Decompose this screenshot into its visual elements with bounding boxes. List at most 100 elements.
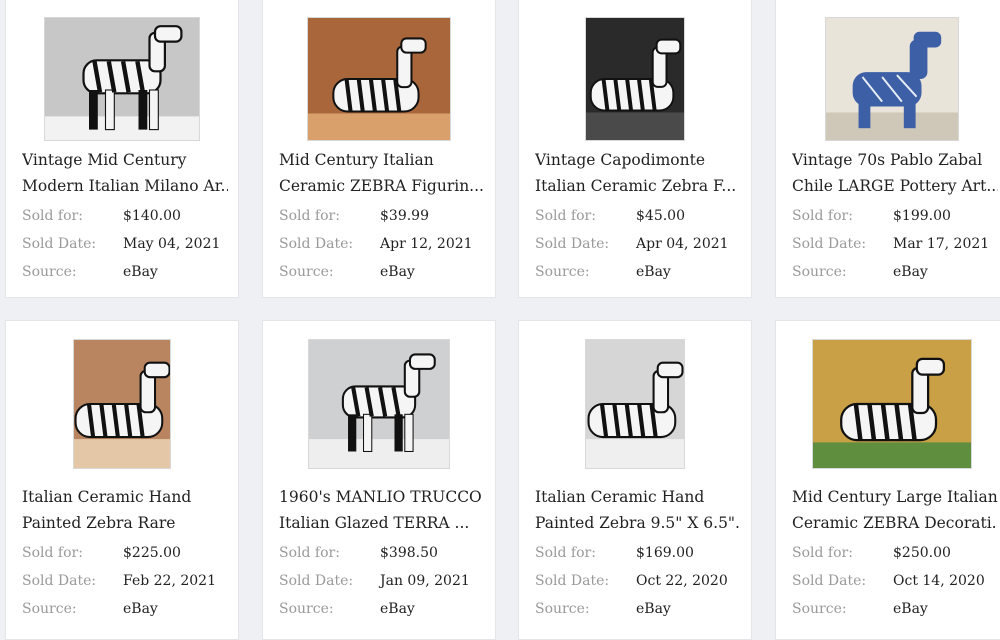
product-title-line: Mid Century Large Italian (792, 488, 998, 506)
sold-date-label: Sold Date: (22, 573, 97, 589)
source-row: Source: eBay (22, 601, 230, 621)
sold-date-row: Sold Date: Oct 14, 2020 (792, 573, 1000, 593)
sold-date-value: Jan 09, 2021 (380, 573, 470, 589)
product-title-line: Mid Century Italian (279, 151, 434, 169)
product-title[interactable]: Vintage Capodimonte Italian Ceramic Zebra… (535, 147, 741, 199)
product-title-line: Chile LARGE Pottery Art... (792, 177, 998, 195)
sold-for-row: Sold for: $225.00 (22, 545, 230, 565)
sold-for-value: $250.00 (893, 545, 951, 561)
product-card[interactable]: Mid Century Large Italian Ceramic ZEBRA D… (775, 320, 1000, 640)
product-image[interactable] (307, 17, 451, 141)
sold-for-value: $45.00 (636, 208, 685, 224)
product-image[interactable] (825, 17, 959, 141)
source-label: Source: (792, 264, 847, 280)
source-value: eBay (380, 601, 415, 617)
sold-for-label: Sold for: (279, 208, 340, 224)
source-row: Source: eBay (535, 601, 743, 621)
source-label: Source: (22, 264, 77, 280)
source-value: eBay (123, 264, 158, 280)
sold-date-label: Sold Date: (22, 236, 97, 252)
product-card[interactable]: Mid Century Italian Ceramic ZEBRA Figurin… (262, 0, 496, 298)
sold-date-row: Sold Date: Apr 12, 2021 (279, 236, 487, 256)
sold-for-label: Sold for: (535, 545, 596, 561)
product-card[interactable]: Vintage 70s Pablo Zabal Chile LARGE Potte… (775, 0, 1000, 298)
product-title-line: Modern Italian Milano Ar... (22, 177, 228, 195)
product-title-line: Italian Ceramic Zebra F... (535, 177, 737, 195)
sold-for-label: Sold for: (792, 208, 853, 224)
source-value: eBay (123, 601, 158, 617)
product-title-line: Painted Zebra 9.5" X 6.5".... (535, 514, 741, 532)
product-image[interactable] (585, 339, 685, 469)
product-title[interactable]: Italian Ceramic Hand Painted Zebra 9.5" X… (535, 484, 741, 536)
product-title[interactable]: Vintage 70s Pablo Zabal Chile LARGE Potte… (792, 147, 998, 199)
product-title[interactable]: Vintage Mid Century Modern Italian Milano… (22, 147, 228, 199)
sold-date-row: Sold Date: May 04, 2021 (22, 236, 230, 256)
source-label: Source: (535, 264, 590, 280)
sold-for-row: Sold for: $45.00 (535, 208, 743, 228)
product-card[interactable]: Vintage Capodimonte Italian Ceramic Zebra… (518, 0, 752, 298)
product-title-line: Ceramic ZEBRA Decorati... (792, 514, 998, 532)
sold-for-value: $398.50 (380, 545, 438, 561)
sold-date-label: Sold Date: (535, 236, 610, 252)
sold-date-value: Apr 04, 2021 (636, 236, 729, 252)
product-image[interactable] (585, 17, 685, 141)
product-card[interactable]: 1960's MANLIO TRUCCO Italian Glazed TERRA… (262, 320, 496, 640)
product-title-line: Vintage 70s Pablo Zabal (792, 151, 983, 169)
sold-date-row: Sold Date: Apr 04, 2021 (535, 236, 743, 256)
sold-date-label: Sold Date: (792, 236, 867, 252)
sold-date-value: Feb 22, 2021 (123, 573, 216, 589)
sold-date-row: Sold Date: Feb 22, 2021 (22, 573, 230, 593)
product-title-line: Vintage Capodimonte (535, 151, 706, 169)
source-value: eBay (893, 601, 928, 617)
product-title[interactable]: Mid Century Large Italian Ceramic ZEBRA D… (792, 484, 998, 536)
product-image[interactable] (73, 339, 171, 469)
source-label: Source: (535, 601, 590, 617)
sold-for-value: $169.00 (636, 545, 694, 561)
sold-for-value: $39.99 (380, 208, 429, 224)
product-card[interactable]: Italian Ceramic Hand Painted Zebra 9.5" X… (518, 320, 752, 640)
sold-date-label: Sold Date: (279, 236, 354, 252)
sold-for-label: Sold for: (279, 545, 340, 561)
product-image[interactable] (44, 17, 200, 141)
sold-for-row: Sold for: $199.00 (792, 208, 1000, 228)
source-label: Source: (792, 601, 847, 617)
sold-for-row: Sold for: $169.00 (535, 545, 743, 565)
sold-for-value: $225.00 (123, 545, 181, 561)
sold-for-row: Sold for: $250.00 (792, 545, 1000, 565)
product-title[interactable]: Mid Century Italian Ceramic ZEBRA Figurin… (279, 147, 485, 199)
sold-date-row: Sold Date: Oct 22, 2020 (535, 573, 743, 593)
sold-for-value: $199.00 (893, 208, 951, 224)
sold-date-value: Oct 14, 2020 (893, 573, 985, 589)
source-row: Source: eBay (279, 264, 487, 284)
sold-for-label: Sold for: (792, 545, 853, 561)
product-title-line: Italian Ceramic Hand (535, 488, 705, 506)
sold-for-row: Sold for: $39.99 (279, 208, 487, 228)
sold-date-value: Apr 12, 2021 (380, 236, 473, 252)
sold-for-row: Sold for: $140.00 (22, 208, 230, 228)
sold-date-label: Sold Date: (279, 573, 354, 589)
product-title[interactable]: 1960's MANLIO TRUCCO Italian Glazed TERRA… (279, 484, 485, 536)
product-title-line: Italian Ceramic Hand (22, 488, 192, 506)
sold-for-label: Sold for: (22, 208, 83, 224)
sold-date-value: Mar 17, 2021 (893, 236, 990, 252)
sold-date-value: May 04, 2021 (123, 236, 221, 252)
product-title[interactable]: Italian Ceramic Hand Painted Zebra Rare (22, 484, 228, 536)
sold-date-value: Oct 22, 2020 (636, 573, 728, 589)
sold-for-label: Sold for: (535, 208, 596, 224)
product-title-line: Italian Glazed TERRA ... (279, 514, 470, 532)
sold-date-label: Sold Date: (792, 573, 867, 589)
product-title-line: Painted Zebra Rare (22, 514, 176, 532)
product-card[interactable]: Vintage Mid Century Modern Italian Milano… (5, 0, 239, 298)
source-value: eBay (636, 264, 671, 280)
product-card[interactable]: Italian Ceramic Hand Painted Zebra Rare So… (5, 320, 239, 640)
sold-date-row: Sold Date: Jan 09, 2021 (279, 573, 487, 593)
product-image[interactable] (308, 339, 450, 469)
product-image[interactable] (812, 339, 972, 469)
source-label: Source: (22, 601, 77, 617)
source-row: Source: eBay (22, 264, 230, 284)
product-title-line: Ceramic ZEBRA Figurin... (279, 177, 484, 195)
sold-date-row: Sold Date: Mar 17, 2021 (792, 236, 1000, 256)
source-label: Source: (279, 601, 334, 617)
source-row: Source: eBay (792, 264, 1000, 284)
sold-for-value: $140.00 (123, 208, 181, 224)
